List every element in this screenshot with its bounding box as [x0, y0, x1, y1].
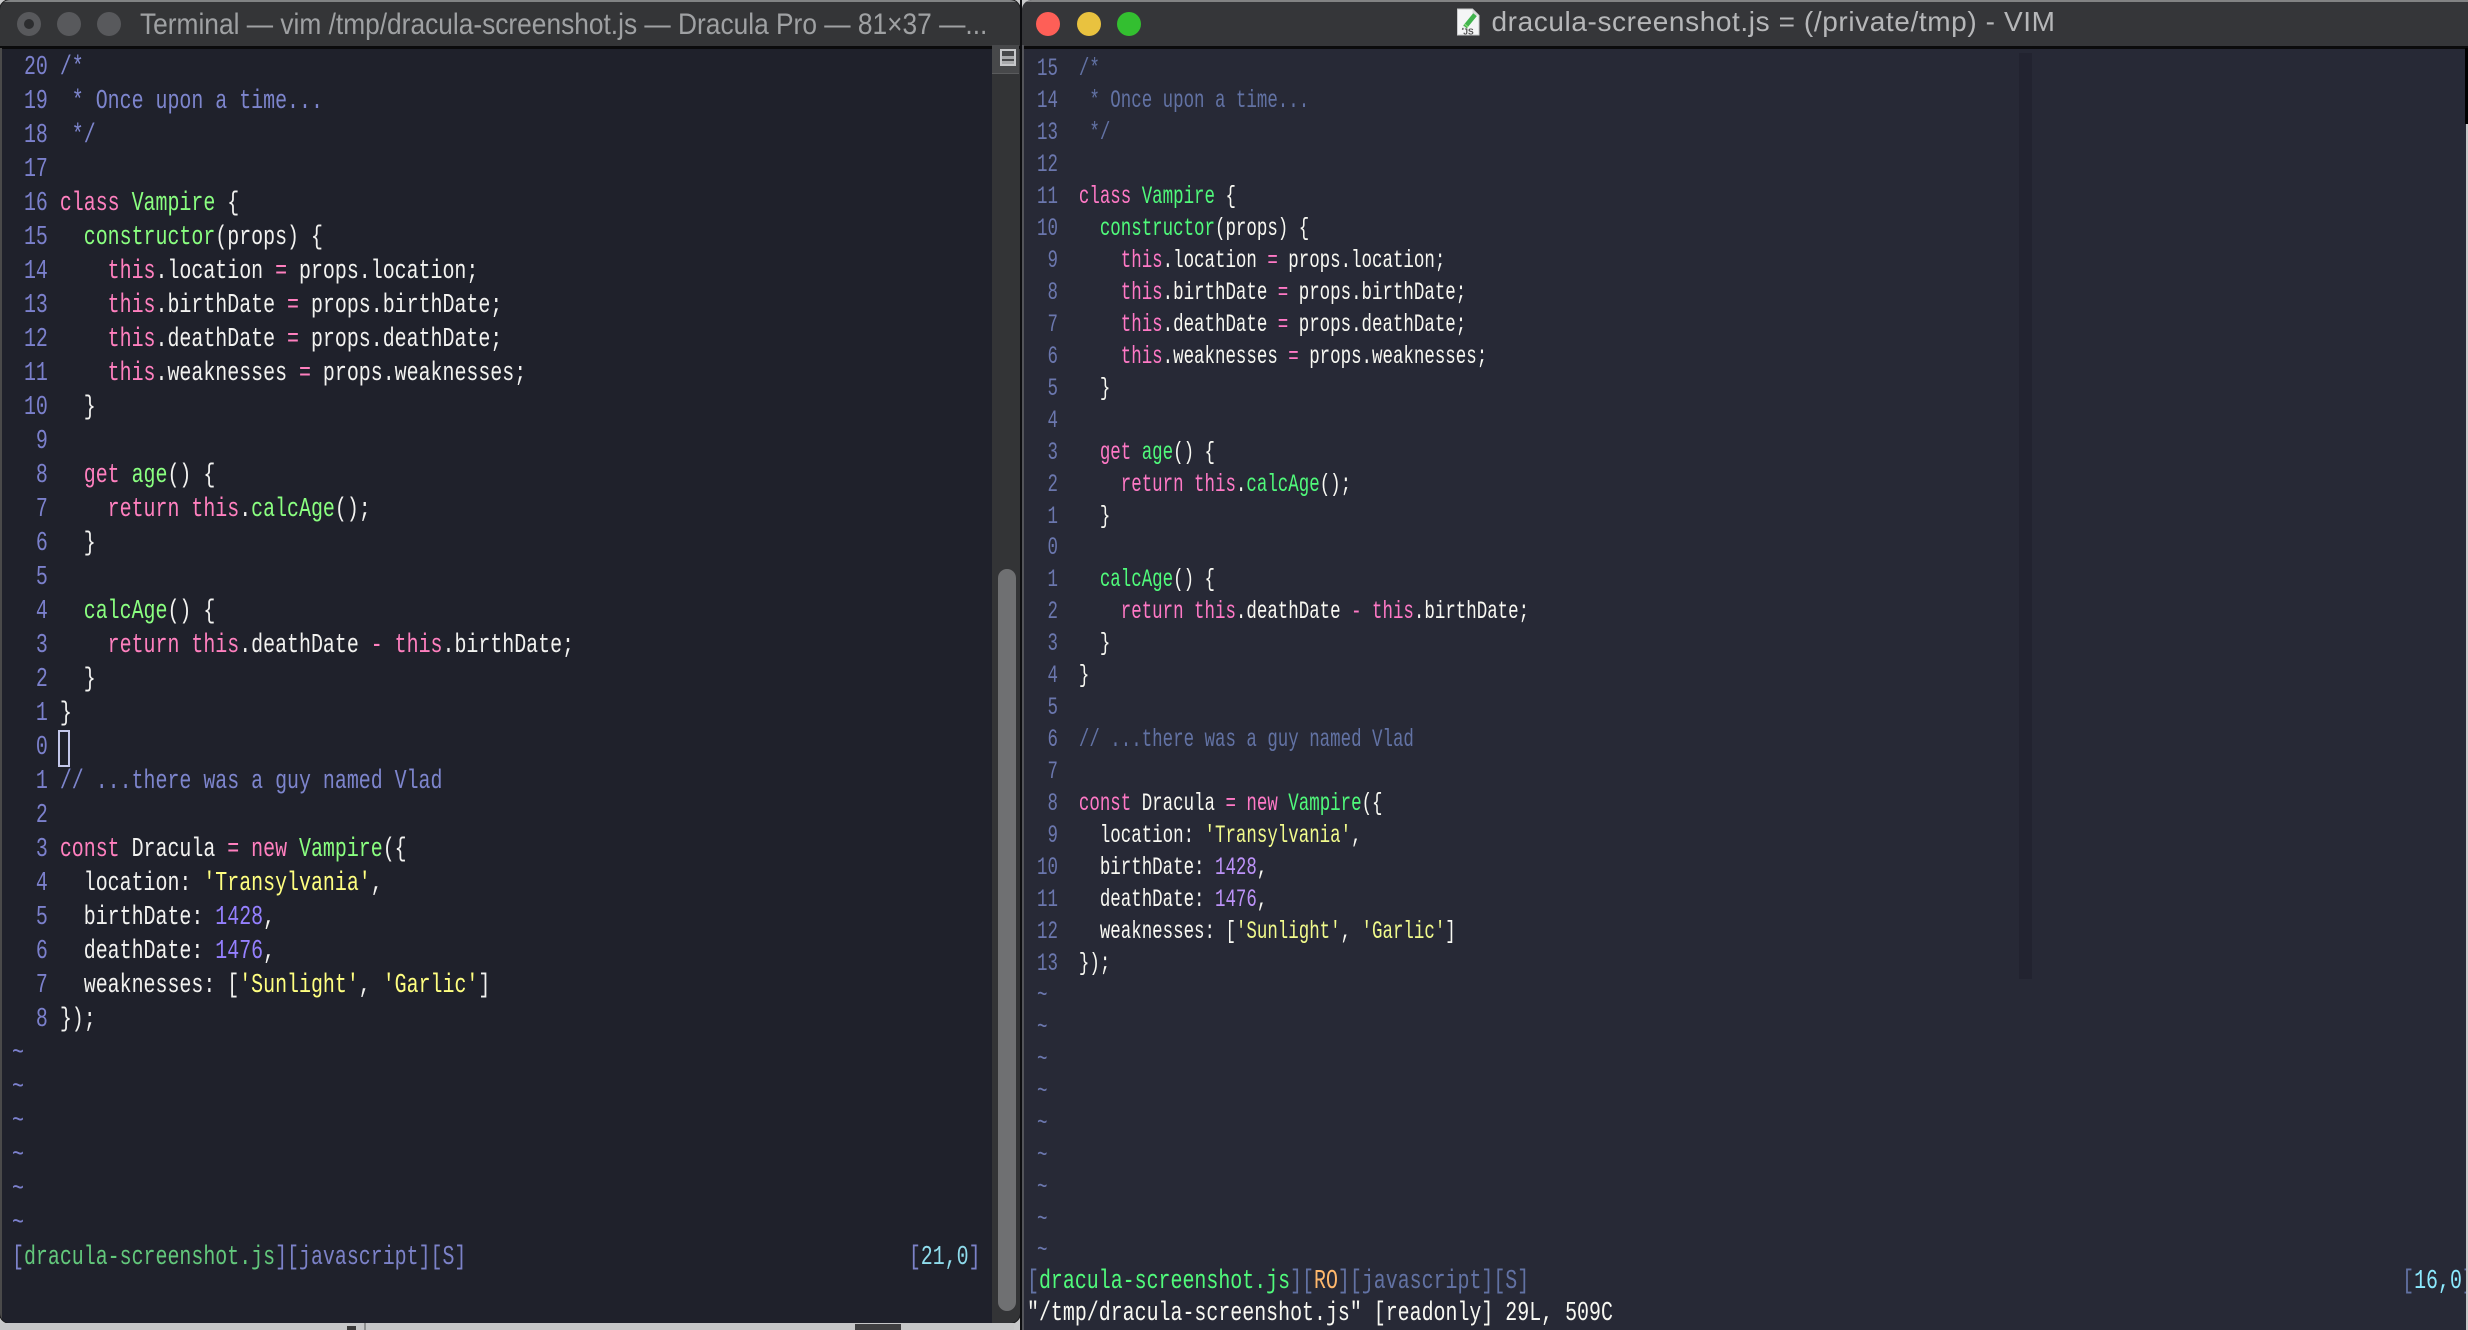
svg-text:JS: JS	[1463, 27, 1474, 37]
